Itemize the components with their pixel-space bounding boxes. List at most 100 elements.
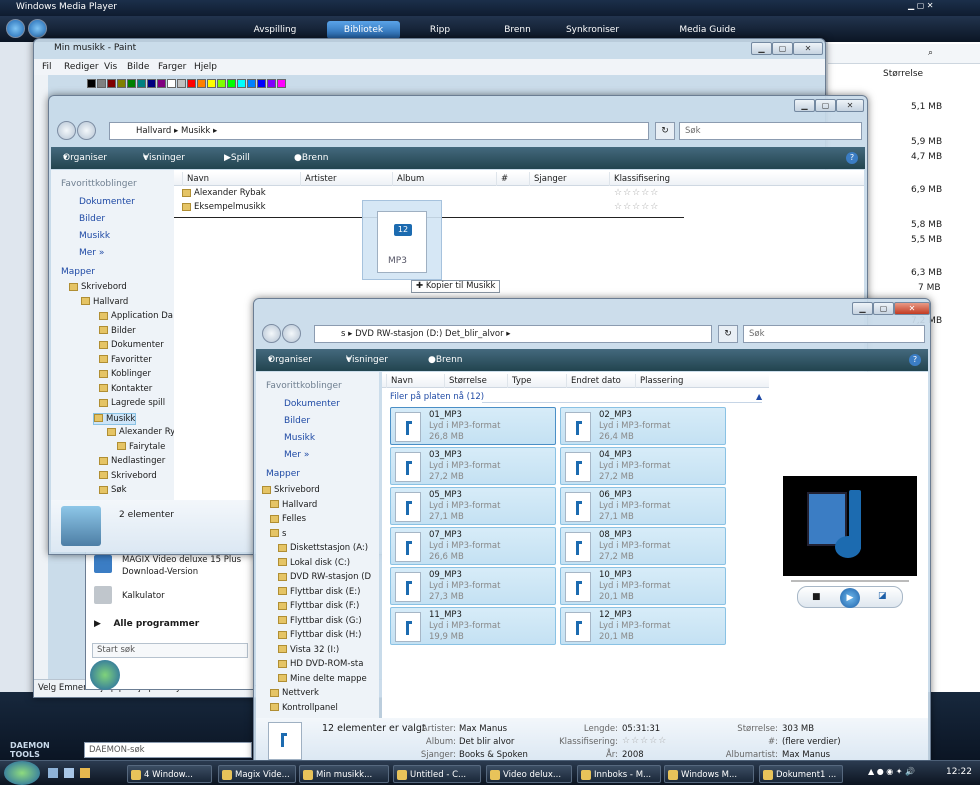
burn-button[interactable]: ● Brenn xyxy=(294,147,328,169)
palette-swatch[interactable] xyxy=(127,79,136,88)
back-icon[interactable] xyxy=(262,324,281,343)
file-tile[interactable]: 09_MP3 Lyd i MP3-format 27,3 MB xyxy=(390,567,556,605)
tree-item[interactable]: Nettverk xyxy=(270,688,319,698)
tab-avspilling[interactable]: Avspilling xyxy=(240,21,310,39)
tree-item[interactable]: Bilder xyxy=(99,326,136,336)
back-icon[interactable] xyxy=(6,19,25,38)
wmp-search-bar[interactable]: ⌕ xyxy=(828,44,980,64)
close-button[interactable]: ✕ xyxy=(793,42,823,55)
tree-item[interactable]: DVD RW-stasjon (D xyxy=(278,572,371,582)
taskbar-button[interactable]: Magix Vide... xyxy=(218,765,296,783)
refresh-icon[interactable]: ↻ xyxy=(718,325,738,343)
palette-swatch[interactable] xyxy=(187,79,196,88)
file-tile[interactable]: 08_MP3 Lyd i MP3-format 27,2 MB xyxy=(560,527,726,565)
palette-swatch[interactable] xyxy=(137,79,146,88)
menu-hjelp[interactable]: Hjelp xyxy=(194,62,217,72)
forward-icon[interactable] xyxy=(282,324,301,343)
start-button[interactable] xyxy=(4,761,40,785)
tree-item[interactable]: Kontakter xyxy=(99,384,152,394)
col-klassifisering[interactable]: Klassifisering xyxy=(609,172,670,186)
forward-icon[interactable] xyxy=(28,19,47,38)
crumb-s[interactable]: s xyxy=(341,329,345,339)
palette-swatch[interactable] xyxy=(167,79,176,88)
tree-item[interactable]: Favoritter xyxy=(99,355,152,365)
taskbar-button[interactable]: Innboks - M... xyxy=(577,765,661,783)
address-bar[interactable]: s ▸ DVD RW-stasjon (D:) Det_blir_alvor ▸ xyxy=(314,325,712,343)
col-storrelse[interactable]: Størrelse xyxy=(883,69,923,79)
close-button[interactable]: ✕ xyxy=(894,302,930,315)
fav-bilder[interactable]: Bilder xyxy=(284,416,310,426)
menu-farger[interactable]: Farger xyxy=(158,62,186,72)
palette-swatch[interactable] xyxy=(147,79,156,88)
tree-item[interactable]: Flyttbar disk (F:) xyxy=(278,601,359,611)
tree-item[interactable]: Fairytale xyxy=(117,442,165,452)
stop-button[interactable]: ■ xyxy=(812,592,821,602)
rating-stars[interactable]: ☆☆☆☆☆ xyxy=(614,202,659,212)
taskbar-button[interactable]: Untitled - C... xyxy=(393,765,481,783)
organize-button[interactable]: Organiser ▾ xyxy=(268,349,312,371)
col-album[interactable]: Album xyxy=(392,172,424,186)
fav-dokumenter[interactable]: Dokumenter xyxy=(284,399,340,409)
tree-item[interactable]: Hallvard xyxy=(81,297,128,307)
file-tile[interactable]: 03_MP3 Lyd i MP3-format 27,2 MB xyxy=(390,447,556,485)
taskbar-button[interactable]: Dokument1 ... xyxy=(759,765,843,783)
tree-item[interactable]: Skrivebord xyxy=(69,282,127,292)
search-icon[interactable]: ⌕ xyxy=(928,48,933,58)
palette-swatch[interactable] xyxy=(277,79,286,88)
file-tile[interactable]: 07_MP3 Lyd i MP3-format 26,6 MB xyxy=(390,527,556,565)
tree-item[interactable]: Skrivebord xyxy=(99,471,157,481)
search-input[interactable]: Søk xyxy=(743,325,925,343)
system-tray[interactable]: ▲ ● ◉ ✦ 🔊 xyxy=(868,767,938,781)
palette-swatch[interactable] xyxy=(217,79,226,88)
tree-item[interactable]: Felles xyxy=(270,514,306,524)
explorer-icon[interactable] xyxy=(80,768,90,778)
start-item-kalkulator[interactable]: Kalkulator xyxy=(122,591,165,601)
file-tile[interactable]: 12_MP3 Lyd i MP3-format 20,1 MB xyxy=(560,607,726,645)
file-tile[interactable]: 04_MP3 Lyd i MP3-format 27,2 MB xyxy=(560,447,726,485)
tab-brenn[interactable]: Brenn xyxy=(495,21,540,39)
show-desktop-icon[interactable] xyxy=(48,768,58,778)
expand-icon[interactable]: ◪ xyxy=(878,591,887,601)
all-programs[interactable]: ▶ Alle programmer xyxy=(94,619,199,629)
tree-item[interactable]: s xyxy=(270,529,286,539)
palette-swatch[interactable] xyxy=(87,79,96,88)
tree-item[interactable]: Vista 32 (I:) xyxy=(278,645,339,655)
play-button[interactable]: ▶ xyxy=(840,588,860,608)
col-endret-dato[interactable]: Endret dato xyxy=(566,374,621,388)
taskbar-button[interactable]: Min musikk... xyxy=(299,765,389,783)
col-storrelse[interactable]: Størrelse xyxy=(444,374,487,388)
tree-item[interactable]: HD DVD-ROM-sta xyxy=(278,659,363,669)
folders-toggle[interactable]: Mapper xyxy=(266,469,300,479)
minimize-button[interactable]: ▁ xyxy=(852,302,873,315)
tree-item[interactable]: Skrivebord xyxy=(262,485,320,495)
col-artister[interactable]: Artister xyxy=(300,172,337,186)
tree-item[interactable]: Koblinger xyxy=(99,369,151,379)
palette-swatch[interactable] xyxy=(207,79,216,88)
tree-item[interactable]: Diskettstasjon (A:) xyxy=(278,543,368,553)
clock[interactable]: 12:22 xyxy=(946,767,972,777)
col-sjanger[interactable]: Sjanger xyxy=(529,172,566,186)
tab-synkroniser[interactable]: Synkroniser xyxy=(560,21,625,39)
file-tile[interactable]: 05_MP3 Lyd i MP3-format 27,1 MB xyxy=(390,487,556,525)
quick-launch[interactable] xyxy=(48,768,108,780)
group-header[interactable]: Filer på platen nå (12) xyxy=(390,392,484,402)
collapse-icon[interactable]: ▲ xyxy=(756,392,762,401)
tree-item[interactable]: Lokal disk (C:) xyxy=(278,558,350,568)
palette-swatch[interactable] xyxy=(247,79,256,88)
minimize-button[interactable]: ▁ xyxy=(794,99,815,112)
daemon-search-input[interactable]: DAEMON-søk xyxy=(84,742,252,758)
taskbar-button[interactable]: Windows M... xyxy=(664,765,754,783)
minimize-button[interactable]: ▁ xyxy=(751,42,772,55)
palette-swatch[interactable] xyxy=(177,79,186,88)
paint-toolbox[interactable] xyxy=(34,75,48,695)
tree-item[interactable]: Musikk xyxy=(93,412,137,425)
start-item-magix[interactable]: MAGIX Video deluxe 15 Plus xyxy=(122,555,241,565)
palette-swatch[interactable] xyxy=(107,79,116,88)
folders-toggle[interactable]: Mapper xyxy=(61,267,95,277)
list-item[interactable]: Eksempelmusikk xyxy=(182,202,266,212)
seek-bar[interactable] xyxy=(791,580,909,582)
tree-item[interactable]: Mine delte mappe xyxy=(278,674,367,684)
col-type[interactable]: Type xyxy=(507,374,532,388)
col-plassering[interactable]: Plassering xyxy=(635,374,683,388)
tree-item[interactable]: Hallvard xyxy=(270,500,317,510)
